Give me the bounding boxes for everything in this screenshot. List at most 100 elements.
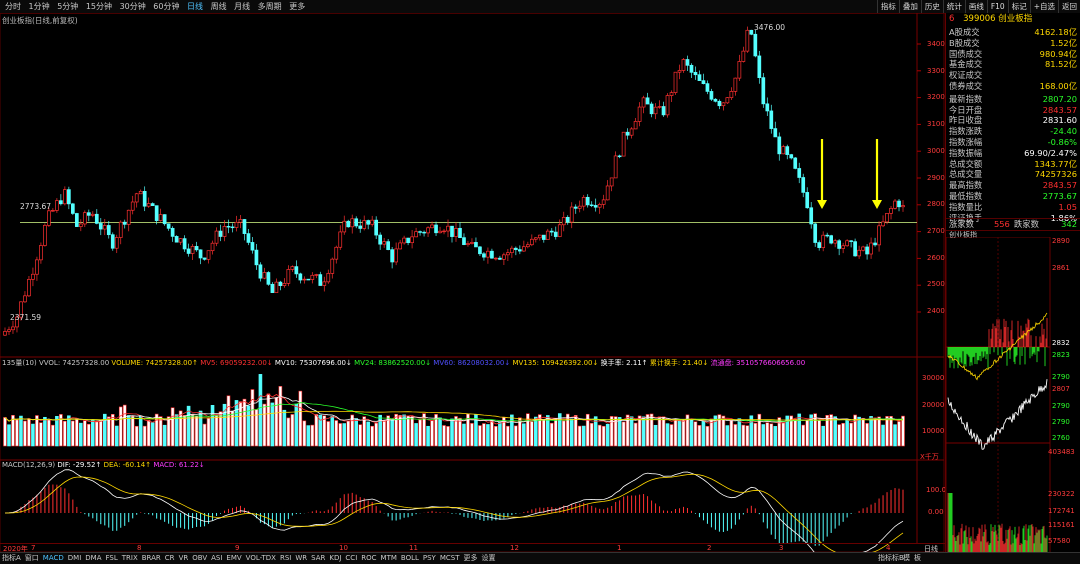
tf-tab-more[interactable]: 更多: [289, 0, 305, 13]
candle-body: [474, 242, 478, 248]
volume-bar: [701, 420, 706, 447]
btab-24[interactable]: 更多: [462, 553, 480, 564]
btab-8[interactable]: CR: [163, 553, 177, 564]
indicator-button[interactable]: 指标: [876, 0, 899, 13]
volume-bar: [186, 405, 191, 447]
mark-button[interactable]: 标记: [1007, 0, 1030, 13]
volume-bar: [490, 419, 494, 447]
btab-21[interactable]: BOLL: [399, 553, 421, 564]
volume-bar: [757, 413, 762, 447]
candle-body: [430, 224, 434, 229]
btab-1[interactable]: 窗口: [23, 553, 41, 564]
tf-tab-4[interactable]: 30分钟: [120, 0, 146, 13]
candle-body: [901, 205, 905, 208]
tf-tab-0[interactable]: 分时: [5, 0, 21, 13]
overlay-button[interactable]: 叠加: [898, 0, 921, 13]
candle-body: [494, 257, 498, 260]
tf-tab-2[interactable]: 5分钟: [57, 0, 78, 13]
stats-button[interactable]: 统计: [942, 0, 965, 13]
volume-header: 135量(10) VVOL: 74257328.00 VOLUME: 74257…: [2, 359, 805, 368]
tf-tab-weekly[interactable]: 周线: [211, 0, 227, 13]
quote-row: A股成交 4162.18亿: [949, 27, 1079, 38]
btab-macd[interactable]: MACD: [41, 553, 66, 564]
candle-body: [593, 205, 598, 208]
candle-body: [833, 240, 838, 244]
candle-body: [637, 106, 642, 122]
y-tick-2400: 2400: [927, 307, 945, 315]
volume-bar: [753, 422, 758, 447]
chart-frame: [0, 13, 945, 552]
btab-7[interactable]: BRAR: [140, 553, 163, 564]
candle-body: [561, 216, 566, 226]
btab-11[interactable]: ASI: [209, 553, 224, 564]
vol-h-4: MV10: 75307696.00↓: [274, 359, 352, 367]
tf-tab-3[interactable]: 15分钟: [86, 0, 112, 13]
quote-row: 总成交额 1343.77亿: [949, 159, 1079, 170]
candle-body: [378, 234, 383, 245]
btab-9[interactable]: VR: [177, 553, 191, 564]
btab-22[interactable]: PSY: [421, 553, 438, 564]
intraday-mini-chart[interactable]: [946, 237, 1080, 553]
quote-row: 最新指数 2807.20: [949, 94, 1079, 105]
btab-6[interactable]: TRIX: [120, 553, 140, 564]
candle-body: [545, 230, 550, 240]
candle-body: [769, 110, 774, 129]
volume-bar: [250, 389, 255, 447]
volume-bar: [861, 417, 865, 447]
vol-h-1: VVOL: 74257328.00: [38, 359, 110, 367]
candle-body: [114, 237, 119, 249]
volume-bar: [641, 416, 646, 447]
tf-tab-multi[interactable]: 多周期: [258, 0, 282, 13]
candle-body: [150, 203, 155, 207]
candle-body: [853, 241, 857, 257]
history-button[interactable]: 历史: [920, 0, 943, 13]
tf-tab-5[interactable]: 60分钟: [153, 0, 179, 13]
candle-body: [382, 241, 387, 245]
btab-23[interactable]: MCST: [438, 553, 462, 564]
volume-bar: [697, 425, 702, 447]
kline-chart[interactable]: [0, 13, 945, 552]
annotation-arrow-1: [817, 200, 827, 209]
candle-body: [270, 283, 275, 293]
btab-10[interactable]: OBV: [190, 553, 209, 564]
btab-20[interactable]: MTM: [379, 553, 399, 564]
btab-0[interactable]: 指标A: [0, 553, 23, 564]
volume-bar: [67, 415, 71, 447]
btab-16[interactable]: SAR: [309, 553, 327, 564]
back-button[interactable]: 返回: [1058, 0, 1080, 13]
candle-body: [55, 200, 59, 211]
candle-body: [406, 237, 410, 244]
candle-body: [250, 242, 255, 251]
btab-5[interactable]: FSL: [104, 553, 120, 564]
f10-button[interactable]: F10: [986, 0, 1008, 13]
btab-3[interactable]: DMI: [66, 553, 84, 564]
tf-tab-1[interactable]: 1分钟: [29, 0, 50, 13]
candle-body: [721, 102, 726, 107]
candle-body: [701, 80, 706, 84]
volume-bar: [821, 425, 825, 447]
btab-12[interactable]: EMV: [224, 553, 243, 564]
draw-line-button[interactable]: 画线: [964, 0, 987, 13]
candle-body: [35, 259, 39, 275]
btab-14[interactable]: RSI: [278, 553, 293, 564]
quote-row-label: 国债成交: [949, 48, 983, 59]
candle-body: [394, 248, 398, 263]
bottom-right-1[interactable]: 模: [901, 553, 912, 564]
btab-25[interactable]: 设置: [480, 553, 498, 564]
tf-tab-daily[interactable]: 日线: [187, 0, 203, 13]
btab-4[interactable]: DMA: [83, 553, 103, 564]
candle-body: [745, 29, 750, 52]
volume-bar: [370, 425, 374, 447]
quote-row-label: 总成交量: [949, 169, 983, 180]
btab-13[interactable]: VOL-TDX: [244, 553, 278, 564]
btab-18[interactable]: CCI: [343, 553, 359, 564]
volume-bar: [358, 424, 363, 447]
candle-body: [342, 220, 347, 233]
bottom-right-2[interactable]: 板: [912, 553, 923, 564]
btab-15[interactable]: WR: [293, 553, 309, 564]
add-watchlist-button[interactable]: +自选: [1029, 0, 1058, 13]
btab-19[interactable]: ROC: [359, 553, 378, 564]
btab-17[interactable]: KDJ: [327, 553, 343, 564]
tf-tab-monthly[interactable]: 月线: [234, 0, 250, 13]
candle-body: [613, 155, 618, 179]
